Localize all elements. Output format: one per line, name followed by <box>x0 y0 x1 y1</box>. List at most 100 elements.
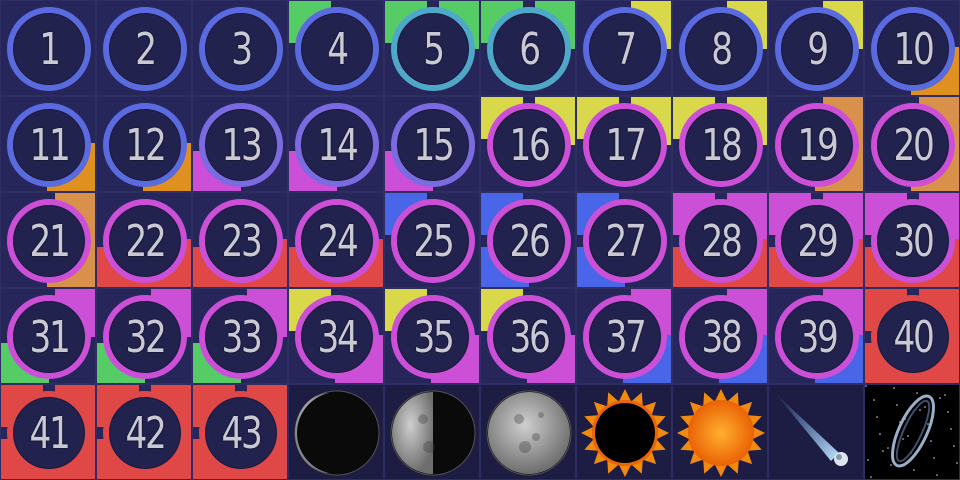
level-tile-8[interactable]: 8 <box>672 0 768 96</box>
picture-tile[interactable] <box>384 384 480 480</box>
level-number: 24 <box>317 215 359 267</box>
level-number: 19 <box>797 119 839 171</box>
level-number: 12 <box>125 119 167 171</box>
picture-tile[interactable] <box>576 384 672 480</box>
level-tile-35[interactable]: 35 <box>384 288 480 384</box>
level-tile-25[interactable]: 25 <box>384 192 480 288</box>
level-tile-11[interactable]: 11 <box>0 96 96 192</box>
level-tile-27[interactable]: 27 <box>576 192 672 288</box>
solar-eclipse-icon <box>581 389 669 477</box>
level-tile-5[interactable]: 5 <box>384 0 480 96</box>
level-number: 2 <box>135 23 157 75</box>
level-tile-4[interactable]: 4 <box>288 0 384 96</box>
level-number: 35 <box>413 311 455 363</box>
level-number: 10 <box>893 23 935 75</box>
level-tile-7[interactable]: 7 <box>576 0 672 96</box>
level-number: 3 <box>231 23 253 75</box>
level-tile-23[interactable]: 23 <box>192 192 288 288</box>
level-number: 36 <box>509 311 551 363</box>
level-tile-15[interactable]: 15 <box>384 96 480 192</box>
level-number: 17 <box>605 119 647 171</box>
level-number: 37 <box>605 311 647 363</box>
level-number: 9 <box>807 23 829 75</box>
level-tile-14[interactable]: 14 <box>288 96 384 192</box>
level-number: 30 <box>893 215 935 267</box>
level-tile-39[interactable]: 39 <box>768 288 864 384</box>
level-number: 23 <box>221 215 263 267</box>
level-number: 39 <box>797 311 839 363</box>
level-number: 33 <box>221 311 263 363</box>
level-number: 29 <box>797 215 839 267</box>
level-number: 27 <box>605 215 647 267</box>
level-tile-26[interactable]: 26 <box>480 192 576 288</box>
comet-icon <box>775 393 848 466</box>
level-number: 40 <box>893 311 935 363</box>
level-tile-30[interactable]: 30 <box>864 192 960 288</box>
picture-tile[interactable] <box>672 384 768 480</box>
level-tile-22[interactable]: 22 <box>96 192 192 288</box>
level-number: 1 <box>39 23 61 75</box>
level-tile-10[interactable]: 10 <box>864 0 960 96</box>
level-number: 21 <box>29 215 71 267</box>
level-tile-13[interactable]: 13 <box>192 96 288 192</box>
level-tile-28[interactable]: 28 <box>672 192 768 288</box>
level-tile-38[interactable]: 38 <box>672 288 768 384</box>
picture-tile[interactable] <box>288 384 384 480</box>
level-tile-1[interactable]: 1 <box>0 0 96 96</box>
level-number: 13 <box>221 119 263 171</box>
level-tile-2[interactable]: 2 <box>96 0 192 96</box>
level-number: 16 <box>509 119 551 171</box>
level-number: 6 <box>519 23 541 75</box>
level-tile-41[interactable]: 41 <box>0 384 96 480</box>
level-tile-24[interactable]: 24 <box>288 192 384 288</box>
level-tile-3[interactable]: 3 <box>192 0 288 96</box>
level-number: 38 <box>701 311 743 363</box>
level-number: 14 <box>317 119 359 171</box>
level-tile-9[interactable]: 9 <box>768 0 864 96</box>
level-number: 32 <box>125 311 167 363</box>
level-number: 15 <box>413 119 455 171</box>
level-tile-19[interactable]: 19 <box>768 96 864 192</box>
level-number: 42 <box>125 407 167 459</box>
ring-nebula-icon <box>865 385 958 478</box>
picture-tile[interactable] <box>768 384 864 480</box>
picture-tile[interactable] <box>480 384 576 480</box>
level-number: 18 <box>701 119 743 171</box>
level-select-grid: 1 2 3 4 5 6 7 8 9 10 11 12 13 14 15 16 17 18 19 20 21 22 23 24 2… <box>0 0 960 480</box>
level-number: 22 <box>125 215 167 267</box>
level-tile-12[interactable]: 12 <box>96 96 192 192</box>
level-tile-33[interactable]: 33 <box>192 288 288 384</box>
level-number: 34 <box>317 311 359 363</box>
level-tile-36[interactable]: 36 <box>480 288 576 384</box>
level-number: 25 <box>413 215 455 267</box>
level-tile-20[interactable]: 20 <box>864 96 960 192</box>
level-tile-29[interactable]: 29 <box>768 192 864 288</box>
level-tile-16[interactable]: 16 <box>480 96 576 192</box>
level-tile-31[interactable]: 31 <box>0 288 96 384</box>
level-tile-43[interactable]: 43 <box>192 384 288 480</box>
level-tile-37[interactable]: 37 <box>576 288 672 384</box>
crescent-moon-icon <box>294 390 380 476</box>
picture-tile[interactable] <box>864 384 960 480</box>
level-number: 43 <box>221 407 263 459</box>
full-moon-icon <box>486 390 572 476</box>
level-number: 41 <box>29 407 71 459</box>
level-number: 8 <box>711 23 733 75</box>
level-tile-34[interactable]: 34 <box>288 288 384 384</box>
level-tile-18[interactable]: 18 <box>672 96 768 192</box>
level-number: 28 <box>701 215 743 267</box>
level-number: 20 <box>893 119 935 171</box>
level-tile-6[interactable]: 6 <box>480 0 576 96</box>
level-tile-21[interactable]: 21 <box>0 192 96 288</box>
level-tile-17[interactable]: 17 <box>576 96 672 192</box>
sun-icon <box>677 389 765 477</box>
level-number: 26 <box>509 215 551 267</box>
level-number: 7 <box>615 23 637 75</box>
half-moon-icon <box>390 390 476 476</box>
level-tile-32[interactable]: 32 <box>96 288 192 384</box>
level-number: 11 <box>29 119 71 171</box>
level-number: 4 <box>327 23 349 75</box>
level-tile-42[interactable]: 42 <box>96 384 192 480</box>
level-number: 31 <box>29 311 71 363</box>
level-tile-40[interactable]: 40 <box>864 288 960 384</box>
